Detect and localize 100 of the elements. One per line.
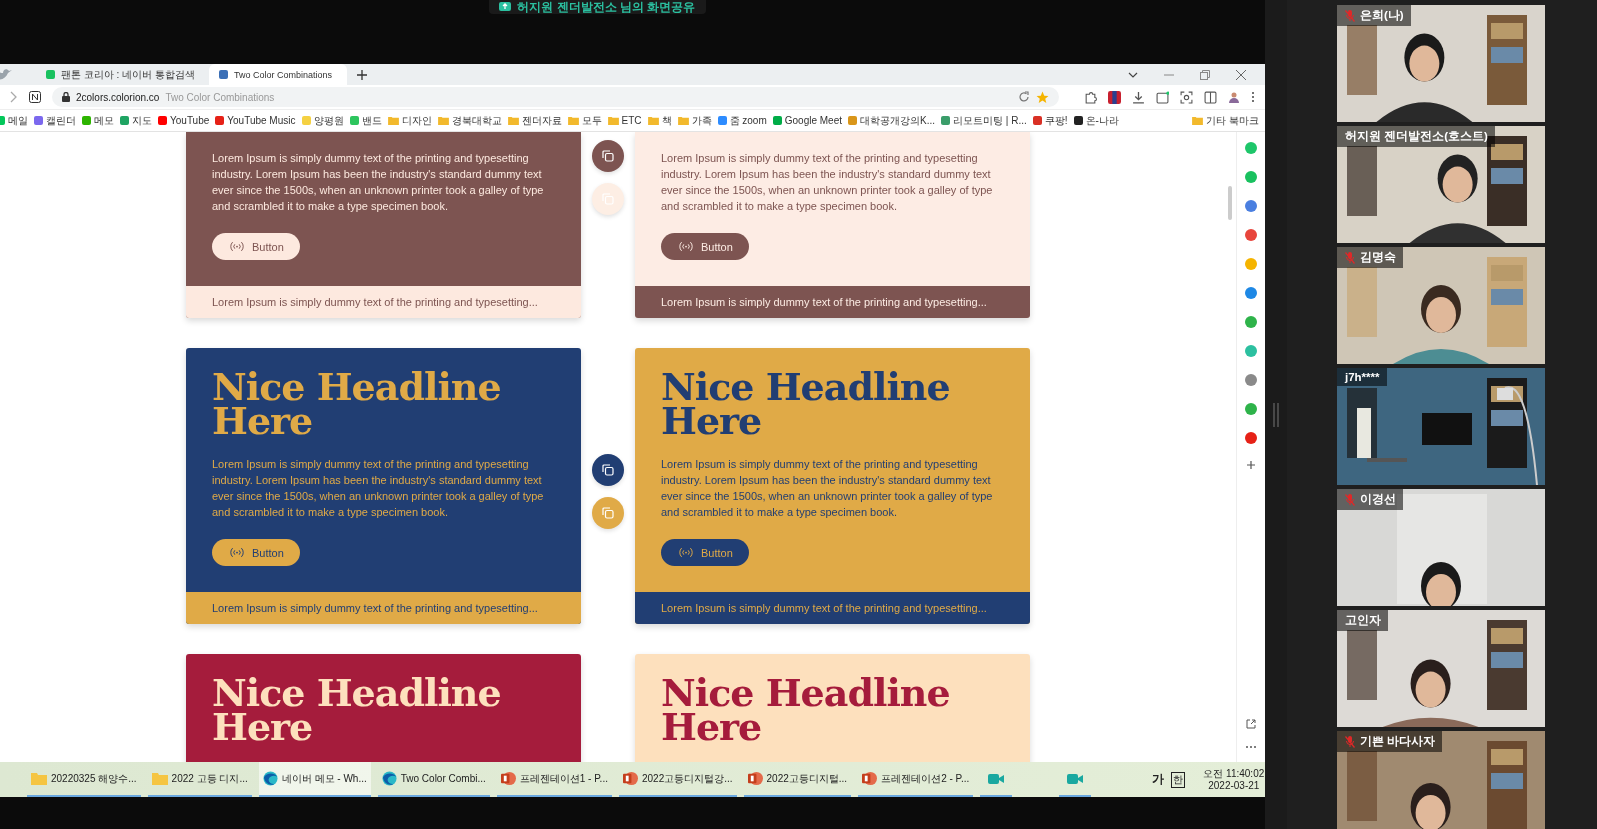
- copy-color-button[interactable]: [592, 183, 624, 215]
- card-button[interactable]: Button: [212, 539, 300, 566]
- folder-icon: [607, 116, 619, 125]
- folder-icon: [647, 116, 659, 125]
- bookmark[interactable]: 경북대학교: [437, 113, 502, 128]
- bookmark[interactable]: 책: [647, 113, 672, 128]
- card-footer: Lorem Ipsum is simply dummy text of the printing and typesetting...: [186, 286, 581, 318]
- address-field[interactable]: 2colors.colorion.co Two Color Combinations: [52, 87, 1059, 107]
- folder-icon: [1192, 116, 1204, 125]
- folder-icon: [31, 772, 47, 785]
- bookmark[interactable]: 리모트미팅 | R...: [941, 113, 1027, 128]
- folder-icon: [151, 772, 168, 785]
- card-headline: Nice Headline Here: [212, 370, 502, 438]
- bookmark[interactable]: 대학공개강의K...: [848, 113, 935, 128]
- copy-icon: [602, 464, 614, 476]
- participant-name: 은희(나): [1360, 8, 1404, 23]
- bookmark[interactable]: 기타 북마크: [1192, 113, 1259, 128]
- bookmark[interactable]: 양평원: [301, 113, 344, 128]
- sidebar-app-icon[interactable]: [1245, 171, 1257, 183]
- folder-icon: [567, 116, 579, 125]
- card-button[interactable]: Button: [661, 233, 749, 260]
- sidebar-app-icon[interactable]: [1245, 345, 1257, 357]
- lock-icon: [62, 92, 70, 102]
- participant-name: 김명숙: [1360, 250, 1396, 265]
- bookmark[interactable]: 캘린더: [34, 113, 76, 128]
- window-icon[interactable]: [1156, 90, 1169, 104]
- sidebar-app-icon[interactable]: [1245, 229, 1257, 241]
- extension-icon[interactable]: [29, 91, 41, 103]
- bookmark[interactable]: YouTube Music: [215, 115, 296, 126]
- profile-icon[interactable]: [1228, 91, 1240, 103]
- sidebar-app-icon[interactable]: [1245, 432, 1257, 444]
- bookmark[interactable]: ETC: [607, 115, 642, 126]
- bookmark[interactable]: 디자인: [387, 113, 432, 128]
- participant-name: j7h****: [1345, 371, 1380, 383]
- copy-color-button[interactable]: [592, 140, 624, 172]
- sidebar-app-icon[interactable]: [1245, 200, 1257, 212]
- taskbar-item[interactable]: 프레젠테이션1 - P...: [496, 762, 612, 797]
- card-headline: Nice Headline Here: [661, 676, 951, 744]
- bookmark[interactable]: 온-나라: [1073, 113, 1119, 128]
- bookmark[interactable]: YouTube: [158, 115, 210, 126]
- bookmark[interactable]: 메모: [82, 113, 114, 128]
- taskbar-item[interactable]: 2022고등디지털강...: [618, 762, 737, 797]
- card-footer: Lorem Ipsum is simply dummy text of the printing and typesetting...: [635, 592, 1030, 624]
- menu-icon[interactable]: [1251, 91, 1255, 103]
- taskbar-item[interactable]: Two Color Combi...: [377, 762, 490, 797]
- input-mode-indicator[interactable]: 한: [1171, 771, 1186, 788]
- chevron-down-icon[interactable]: [1128, 71, 1138, 78]
- taskbar-item[interactable]: 프레젠테이션2 - P...: [858, 762, 974, 797]
- video-camera-icon: [1067, 772, 1084, 785]
- browser-tab[interactable]: Two Color Combinations: [208, 64, 347, 85]
- bookmark[interactable]: 가족: [677, 113, 712, 128]
- taskbar-item[interactable]: 2022고등디지털...: [743, 762, 852, 797]
- bookmark[interactable]: 지도: [120, 113, 152, 128]
- clock[interactable]: 오전 11:40:02 2022-03-21: [1203, 767, 1265, 792]
- capture-icon[interactable]: [1180, 90, 1193, 104]
- folder-icon: [507, 116, 519, 125]
- sidebar-app-icon[interactable]: [1245, 142, 1257, 154]
- close-icon[interactable]: [1236, 69, 1246, 80]
- sidebar-app-icon[interactable]: [1245, 403, 1257, 415]
- puzzle-icon[interactable]: [1084, 90, 1097, 104]
- copy-icon: [602, 193, 614, 205]
- bookmark[interactable]: Google Meet: [772, 115, 842, 126]
- bookmark[interactable]: 모두: [567, 113, 602, 128]
- input-language-indicator[interactable]: 가: [1152, 771, 1165, 788]
- taskbar-item[interactable]: 2022 고등 디지...: [147, 762, 252, 797]
- sidebar-app-icon[interactable]: [1245, 316, 1257, 328]
- share-screen-icon: [499, 1, 512, 13]
- card-footer: Lorem Ipsum is simply dummy text of the printing and typesetting...: [186, 592, 581, 624]
- sidebar-app-icon[interactable]: [1245, 287, 1257, 299]
- restore-icon[interactable]: [1200, 69, 1210, 80]
- slides-app-icon: [747, 771, 763, 786]
- bookmark[interactable]: 줌 zoom: [717, 113, 767, 128]
- add-icon[interactable]: [1247, 461, 1255, 469]
- card-body-text: Lorem Ipsum is simply dummy text of the printing and typesetting industry. Lorem Ipsum has been the industry's standard dummy text ever since the 1500s, when an unknown printer took a galley of type and scrambled it to make a type specimen book.: [212, 457, 545, 520]
- participant-name: 기쁜 바다사자: [1360, 734, 1436, 749]
- video-camera-icon: [988, 772, 1005, 785]
- card-button[interactable]: Button: [212, 233, 300, 260]
- taskbar-item[interactable]: 20220325 해양수...: [27, 762, 141, 797]
- folder-icon: [387, 116, 399, 125]
- browser-tab[interactable]: 팬톤 코리아 : 네이버 통합검색: [36, 64, 205, 85]
- taskbar-item[interactable]: 네이버 메모 - Wh...: [258, 762, 371, 797]
- copy-color-button[interactable]: [592, 454, 624, 486]
- flag-icon[interactable]: [1108, 90, 1121, 104]
- card-button[interactable]: Button: [661, 539, 749, 566]
- sidebar-app-icon[interactable]: [1245, 374, 1257, 386]
- star-icon[interactable]: [1036, 90, 1049, 104]
- split-view-icon[interactable]: [1204, 90, 1217, 104]
- download-icon[interactable]: [1132, 90, 1145, 104]
- new-tab-icon[interactable]: [356, 69, 367, 80]
- forward-icon[interactable]: [10, 91, 18, 103]
- scrollbar-thumb[interactable]: [1228, 186, 1232, 220]
- bookmark[interactable]: 메일: [0, 113, 28, 128]
- copy-color-button[interactable]: [592, 497, 624, 529]
- external-link-icon[interactable]: [1246, 719, 1256, 729]
- resize-handle-icon[interactable]: [1273, 402, 1279, 427]
- refresh-icon[interactable]: [1018, 91, 1030, 103]
- participant-name: 허지원 젠더발전소(호스트): [1345, 129, 1488, 144]
- bookmark[interactable]: 밴드: [349, 113, 382, 128]
- bookmark[interactable]: 젠더자료: [507, 113, 562, 128]
- bookmark[interactable]: 쿠팡!: [1032, 113, 1068, 128]
